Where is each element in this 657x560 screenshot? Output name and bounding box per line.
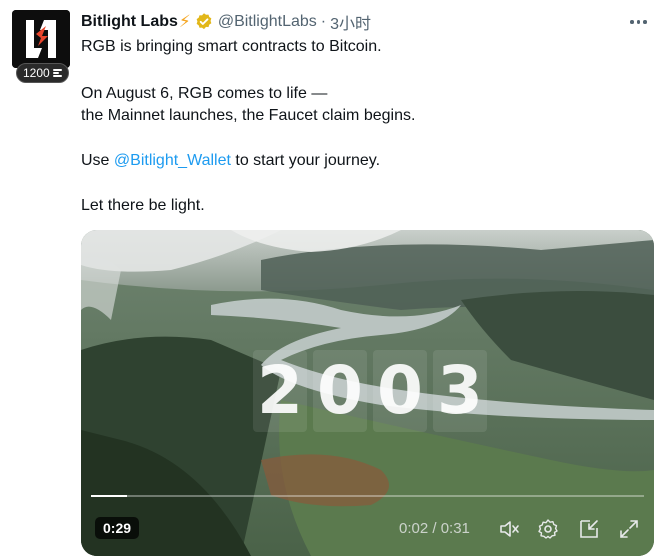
tweet-header: Bitlight Labs ⚡ @BitlightLabs · 3小时 [81,11,371,33]
avatar[interactable] [12,10,70,68]
author-handle[interactable]: @BitlightLabs [218,13,317,31]
bitlight-logo-icon [12,10,70,68]
text-suffix: to start your journey. [230,152,381,169]
tweet-text-line: the Mainnet launches, the Faucet claim b… [81,107,416,124]
counter-digit: 3 [433,350,487,432]
counter-digit: 2 [253,350,307,432]
duration-badge: 0:29 [95,517,140,539]
author-avatar[interactable]: 1200 [12,10,70,83]
mention-link[interactable]: @Bitlight_Wallet [114,152,231,169]
tweet-text-line: Let there be light. [81,197,205,214]
tweet-text-line: On August 6, RGB comes to life — [81,85,328,102]
settings-icon[interactable] [536,517,560,541]
tweet-text-line: RGB is bringing smart contracts to Bitco… [81,38,382,55]
more-options-icon[interactable] [630,14,648,30]
mute-icon[interactable] [497,517,521,541]
fullscreen-icon[interactable] [617,517,641,541]
minimize-player-icon[interactable] [577,517,601,541]
video-player[interactable]: 2 0 0 3 0:29 0:02 / 0:31 [81,230,654,556]
avatar-badge: 1200 [16,63,69,83]
tweet-text-line: Use @Bitlight_Wallet to start your journ… [81,150,380,172]
video-timecode: 0:02 / 0:31 [399,520,470,537]
list-icon [52,69,62,77]
timestamp[interactable]: 3小时 [330,10,371,34]
counter-digit: 0 [313,350,367,432]
text-prefix: Use [81,152,114,169]
tweet[interactable]: 1200 Bitlight Labs ⚡ @BitlightLabs · 3小时… [0,0,657,560]
verified-badge-icon[interactable] [194,12,214,32]
counter-digit: 0 [373,350,427,432]
video-progress-fill [91,495,127,497]
separator: · [320,13,327,30]
lightning-emoji: ⚡ [178,12,191,31]
year-counter-overlay: 2 0 0 3 [253,350,487,432]
avatar-badge-count: 1200 [23,66,50,80]
video-progress-bar[interactable] [91,495,644,497]
author-display-name[interactable]: Bitlight Labs [81,13,178,31]
